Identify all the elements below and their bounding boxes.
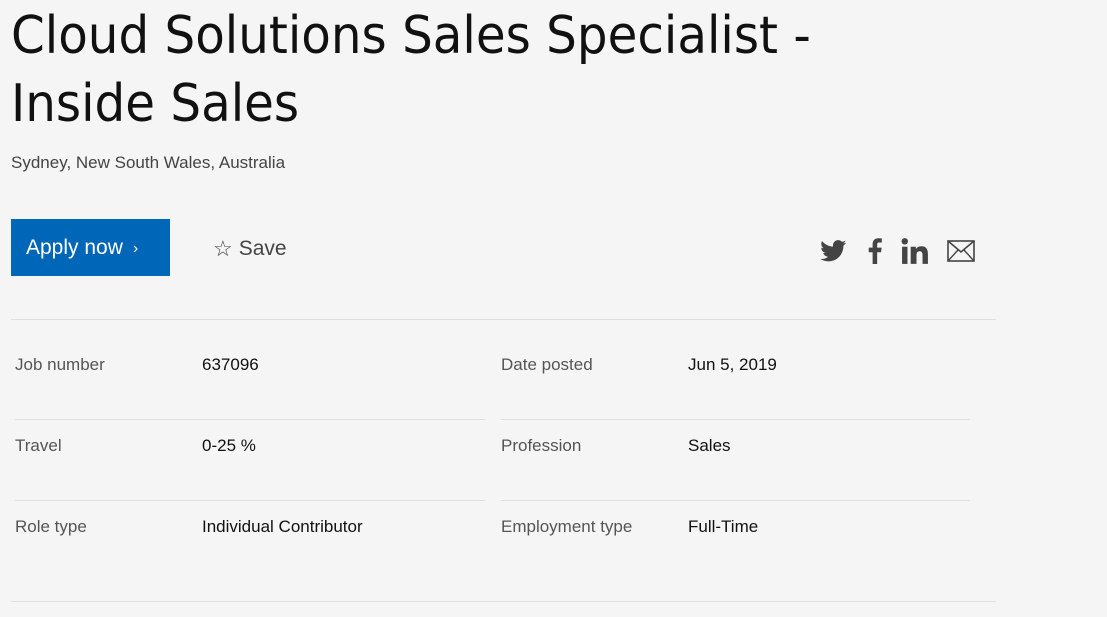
twitter-icon[interactable] [816,236,850,266]
divider-row-1-left [15,419,485,420]
save-label: Save [238,237,287,260]
role-type-value: Individual Contributor [202,517,363,536]
date-posted-value: Jun 5, 2019 [688,355,777,374]
divider-bottom [11,601,996,602]
job-location: Sydney, New South Wales, Australia [11,153,286,172]
share-bar [816,236,976,266]
divider-row-1-right [501,419,970,420]
divider-row-2-left [15,500,485,501]
divider-row-2-right [501,500,970,501]
apply-now-label: Apply now [26,235,123,259]
date-posted-label: Date posted [501,355,593,374]
employment-type-value: Full-Time [688,517,759,536]
job-posting-page: Cloud Solutions Sales Specialist - Insid… [0,0,1107,617]
job-number-label: Job number [15,355,105,374]
divider-top [11,319,996,320]
employment-type-label: Employment type [501,517,633,536]
facebook-icon[interactable] [866,236,884,266]
profession-value: Sales [688,436,731,455]
chevron-right-icon: › [132,239,139,257]
job-number-value: 637096 [202,355,259,374]
role-type-label: Role type [15,517,87,536]
save-button[interactable]: ☆ Save [213,229,287,269]
travel-label: Travel [15,436,62,455]
linkedin-icon[interactable] [900,236,930,266]
job-title: Cloud Solutions Sales Specialist - Insid… [11,6,811,134]
apply-now-button[interactable]: Apply now › [11,219,170,276]
star-outline-icon: ☆ [213,236,233,261]
travel-value: 0-25 % [202,436,256,455]
email-icon[interactable] [946,236,976,266]
profession-label: Profession [501,436,582,455]
